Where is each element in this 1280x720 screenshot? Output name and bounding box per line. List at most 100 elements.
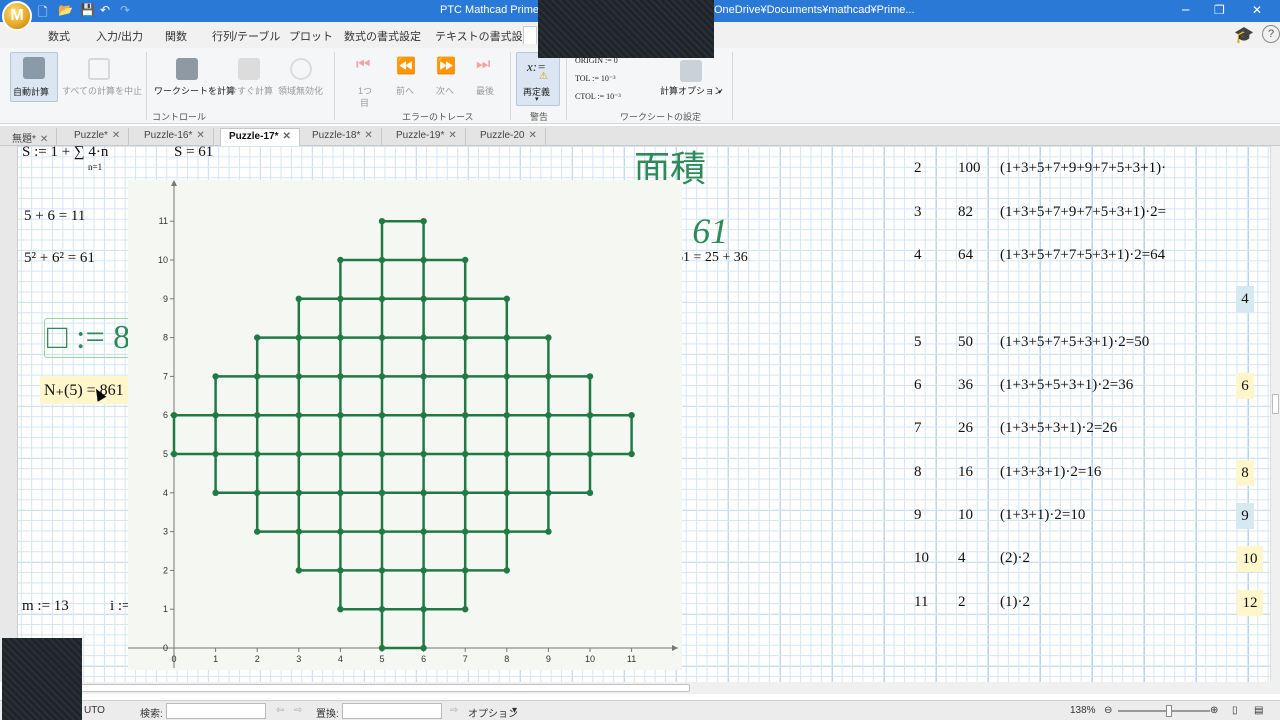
zoom-slider-thumb[interactable] (1166, 705, 1172, 717)
doc-tab-active[interactable]: Puzzle-17* ✕ (220, 128, 300, 146)
redefine-button[interactable]: x:= ⚠ 再定義 ▾ (516, 52, 560, 106)
tab-functions[interactable]: 関数 (165, 28, 187, 44)
close-tab-icon[interactable]: ✕ (112, 130, 120, 141)
auto-calc-button[interactable]: 自動計算 (10, 52, 58, 102)
table-cell-value[interactable]: 100 (958, 160, 981, 177)
maximize-icon[interactable]: ❐ (1214, 3, 1225, 17)
worksheet-canvas[interactable]: S := 1 + ∑ 4·n n=1 S = 61 5 + 6 = 11 5² … (0, 146, 1270, 682)
grid-plot[interactable]: 0 1 2 3 4 5 6 7 8 9 10 11 0 1 2 3 4 5 6 7 8 9 10 11 (128, 180, 682, 670)
table-badge[interactable]: 6 (1236, 373, 1254, 399)
table-cell-value[interactable]: 10 (958, 507, 973, 524)
graduation-cap-icon[interactable]: 🎓 (1234, 25, 1254, 44)
tab-math-formatting[interactable]: 数式の書式設定 (344, 28, 421, 44)
save-icon[interactable]: 💾 (80, 3, 95, 17)
search-input[interactable] (166, 703, 266, 719)
table-cell-expression[interactable]: (1+3+5+5+3+1)·2=36 (1000, 377, 1133, 394)
table-cell-value[interactable]: 50 (958, 334, 973, 351)
s-result[interactable]: S = 61 (174, 146, 213, 161)
ctol-setting[interactable]: CTOL := 10⁻³ (575, 92, 621, 101)
table-cell-value[interactable]: 26 (958, 420, 973, 437)
scrollbar-thumb[interactable] (1272, 394, 1279, 414)
replace-input[interactable] (342, 703, 442, 719)
table-cell-index[interactable]: 5 (914, 334, 922, 351)
scrollbar-thumb[interactable] (80, 684, 690, 692)
table-cell-expression[interactable]: (1+3+5+7+5+3+1)·2=50 (1000, 334, 1149, 351)
tab-math[interactable]: 数式 (48, 28, 70, 44)
zoom-out-icon[interactable]: ⊖ (1104, 705, 1112, 716)
table-cell-expression[interactable]: (1+3+5+7+9+7+5+3+1)·2= (1000, 204, 1166, 221)
equation-sum[interactable]: 5 + 6 = 11 (24, 208, 85, 225)
table-cell-index[interactable]: 2 (914, 160, 922, 177)
horizontal-scrollbar[interactable] (80, 682, 1280, 694)
table-badge[interactable]: 9 (1236, 503, 1254, 529)
table-cell-expression[interactable]: (2)·2 (1000, 550, 1030, 567)
table-cell-value[interactable]: 4 (958, 550, 966, 567)
table-cell-value[interactable]: 2 (958, 594, 966, 611)
open-folder-icon[interactable]: 📂 (58, 3, 73, 17)
arrow-left-icon[interactable]: ⇦ (276, 705, 284, 716)
table-cell-index[interactable]: 6 (914, 377, 922, 394)
table-cell-expression[interactable]: (1+3+5+7+7+5+3+1)·2=64 (1000, 247, 1165, 264)
y-tick-label: 6 (163, 410, 168, 420)
table-cell-index[interactable]: 7 (914, 420, 922, 437)
table-cell-expression[interactable]: (1+3+1)·2=10 (1000, 507, 1085, 524)
search-label: 検索: (140, 709, 163, 720)
sum-definition[interactable]: S := 1 + ∑ 4·n (22, 146, 108, 161)
table-cell-value[interactable]: 82 (958, 204, 973, 221)
arrow-right-icon[interactable]: ⇨ (294, 705, 302, 716)
close-tab-icon[interactable]: ✕ (528, 130, 536, 141)
close-tab-icon[interactable]: ✕ (364, 130, 372, 141)
tab-plots[interactable]: プロット (289, 28, 333, 44)
table-cell-index[interactable]: 4 (914, 247, 922, 264)
vertical-scrollbar[interactable] (1270, 146, 1280, 682)
grid-point (503, 373, 510, 380)
equation-61[interactable]: 61 = 25 + 36 (676, 250, 748, 266)
undo-icon[interactable]: ↶ (100, 3, 110, 17)
doc-tab[interactable]: Puzzle-18* ✕ (304, 128, 382, 146)
tab-matrices-tables[interactable]: 行列/テーブル (212, 28, 280, 44)
table-cell-expression[interactable]: (1+3+5+3+1)·2=26 (1000, 420, 1117, 437)
page-view-icon[interactable]: ▯ (1232, 705, 1238, 716)
table-badge[interactable]: 8 (1236, 460, 1254, 486)
doc-tab[interactable]: Puzzle-20 ✕ (472, 128, 546, 146)
close-tab-icon[interactable]: ✕ (40, 134, 48, 145)
close-tab-icon[interactable]: ✕ (448, 130, 456, 141)
zoom-slider-track[interactable] (1118, 710, 1210, 712)
table-cell-expression[interactable]: (1)·2 (1000, 594, 1030, 611)
m-definition[interactable]: m := 13 (22, 598, 69, 615)
doc-tab[interactable]: Puzzle-16* ✕ (136, 128, 214, 146)
table-badge[interactable]: 4 (1236, 286, 1254, 312)
table-cell-value[interactable]: 16 (958, 464, 973, 481)
tab-text-formatting[interactable]: テキストの書式設定 (435, 28, 534, 44)
table-cell-index[interactable]: 11 (914, 594, 928, 611)
tab-calculation[interactable] (523, 26, 537, 44)
table-cell-index[interactable]: 9 (914, 507, 922, 524)
new-document-icon[interactable]: 🗋 (38, 3, 48, 24)
draft-view-icon[interactable]: ▤ (1254, 705, 1263, 716)
table-cell-expression[interactable]: (1+3+5+7+9+9+7+5+3+1)· (1000, 160, 1166, 177)
table-cell-value[interactable]: 36 (958, 377, 973, 394)
replace-icon[interactable]: ⇨ (450, 705, 458, 716)
doc-tab[interactable]: Puzzle* ✕ (66, 128, 130, 146)
table-badge[interactable]: 10 (1237, 546, 1263, 572)
tab-input-output[interactable]: 入力/出力 (96, 28, 143, 44)
mathcad-logo-icon[interactable]: M (2, 1, 32, 31)
redo-icon[interactable]: ↷ (120, 3, 130, 17)
table-cell-index[interactable]: 10 (914, 550, 929, 567)
options-dropdown[interactable]: オプション (468, 705, 518, 720)
close-icon[interactable]: ✕ (1252, 3, 1262, 17)
equation-squares[interactable]: 5² + 6² = 61 (24, 250, 95, 267)
doc-tab[interactable]: 無題* ✕ (4, 128, 58, 146)
table-cell-value[interactable]: 64 (958, 247, 973, 264)
table-cell-index[interactable]: 8 (914, 464, 922, 481)
table-badge[interactable]: 12 (1237, 590, 1263, 616)
table-cell-expression[interactable]: (1+3+3+1)·2=16 (1000, 464, 1101, 481)
close-tab-icon[interactable]: ✕ (196, 130, 204, 141)
table-cell-index[interactable]: 3 (914, 204, 922, 221)
doc-tab[interactable]: Puzzle-19* ✕ (388, 128, 466, 146)
help-icon[interactable]: ? (1262, 25, 1280, 43)
close-tab-icon[interactable]: ✕ (282, 131, 290, 142)
zoom-in-icon[interactable]: ⊕ (1210, 705, 1218, 716)
minimize-icon[interactable]: ─ (1182, 3, 1189, 17)
tol-setting[interactable]: TOL := 10⁻³ (575, 74, 615, 83)
